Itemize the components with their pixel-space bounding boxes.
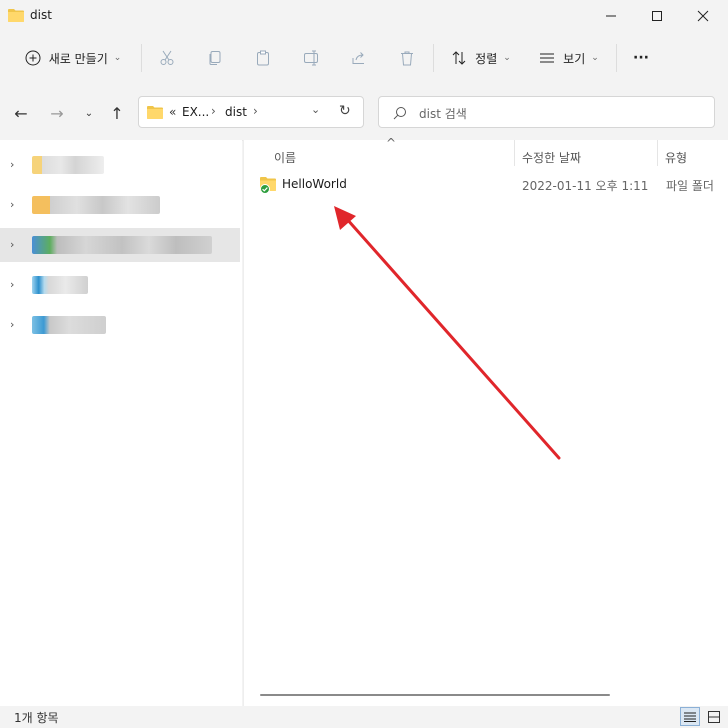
minimize-icon: [606, 15, 616, 17]
more-icon: ···: [633, 50, 649, 66]
up-button[interactable]: ↑: [106, 102, 128, 124]
back-button[interactable]: ←: [10, 102, 32, 124]
cut-button[interactable]: [154, 44, 180, 72]
tiles-view-icon: [708, 710, 720, 723]
chevron-right-icon: ›: [10, 198, 15, 211]
breadcrumb-segment[interactable]: EX...: [182, 105, 209, 119]
more-button[interactable]: ···: [626, 44, 656, 72]
maximize-button[interactable]: [634, 0, 680, 32]
nav-tree-item[interactable]: ›: [0, 268, 240, 302]
navigation-pane: › › › › ›: [0, 140, 242, 706]
folder-icon: [8, 9, 24, 22]
chevron-right-icon: ›: [10, 238, 15, 251]
view-button[interactable]: 보기 ⌄: [534, 44, 604, 72]
chevron-right-icon: ›: [253, 104, 258, 118]
arrow-right-icon: →: [50, 103, 64, 123]
nav-tree-item[interactable]: ›: [0, 188, 240, 222]
chevron-down-icon: ⌄: [503, 53, 511, 63]
new-button[interactable]: 새로 만들기 ⌄: [14, 44, 132, 72]
view-list-icon: [540, 53, 555, 63]
close-icon: [697, 10, 709, 22]
maximize-icon: [652, 11, 662, 21]
close-button[interactable]: [680, 0, 726, 32]
chevron-right-icon: ›: [10, 278, 15, 291]
plus-circle-icon: [25, 50, 41, 66]
trash-icon: [401, 51, 413, 66]
chevron-down-icon: ⌄: [84, 107, 94, 119]
new-button-label: 새로 만들기: [48, 51, 108, 66]
status-bar: 1개 항목: [0, 706, 728, 728]
paste-button[interactable]: [250, 44, 276, 72]
nav-tree-item-selected[interactable]: ›: [0, 228, 240, 262]
divider: [141, 44, 142, 72]
chevron-right-icon: ›: [10, 158, 15, 171]
share-button[interactable]: [346, 44, 372, 72]
item-count: 1개 항목: [14, 711, 59, 725]
chevron-down-icon: ⌄: [113, 53, 122, 63]
address-history-button[interactable]: ⌄: [311, 103, 320, 116]
details-view-button[interactable]: [680, 707, 700, 726]
divider: [616, 44, 617, 72]
annotation-arrow: [334, 206, 561, 460]
file-list-pane: ^ 이름 수정한 날짜 유형 HelloWorld 2022-01-11 오후 …: [243, 136, 728, 706]
rename-button[interactable]: [298, 44, 324, 72]
view-label: 보기: [563, 51, 586, 66]
chevron-right-icon: ›: [10, 318, 15, 331]
navigation-bar: ← → ⌄ ↑ « EX... › dist › ⌄ ↻ dist 검색: [0, 84, 728, 141]
sort-button[interactable]: 정렬 ⌄: [446, 44, 516, 72]
divider: [433, 44, 434, 72]
sort-label: 정렬: [475, 51, 498, 66]
breadcrumb-overflow[interactable]: «: [169, 105, 176, 119]
copy-button[interactable]: [202, 44, 228, 72]
clipboard-icon: [257, 50, 269, 66]
chevron-down-icon: ⌄: [591, 53, 599, 63]
tiles-view-button[interactable]: [704, 707, 724, 726]
title-bar: dist: [0, 0, 728, 32]
horizontal-scrollbar[interactable]: [260, 694, 610, 696]
arrow-left-icon: ←: [14, 103, 28, 123]
share-icon: [352, 52, 364, 64]
nav-tree-item[interactable]: ›: [0, 308, 240, 342]
recent-locations-button[interactable]: ⌄: [78, 102, 100, 124]
breadcrumb-segment[interactable]: dist: [225, 105, 247, 119]
search-placeholder: dist 검색: [419, 107, 467, 121]
window-title: dist: [30, 8, 52, 22]
nav-tree-item[interactable]: ›: [0, 148, 240, 182]
forward-button[interactable]: →: [46, 102, 68, 124]
chevron-right-icon: ›: [211, 104, 216, 118]
minimize-button[interactable]: [588, 0, 634, 32]
rename-icon: [304, 50, 318, 66]
details-view-icon: [684, 712, 696, 722]
arrow-up-icon: ↑: [110, 103, 124, 123]
search-icon: [393, 107, 406, 120]
folder-icon: [147, 106, 163, 119]
copy-icon: [209, 51, 221, 65]
command-bar: 새로 만들기 ⌄ 정렬 ⌄ 보기 ⌄ ···: [0, 32, 728, 84]
delete-button[interactable]: [394, 44, 420, 72]
sort-arrows-icon: [452, 51, 466, 65]
address-bar[interactable]: « EX... › dist › ⌄ ↻: [138, 96, 364, 128]
refresh-icon[interactable]: ↻: [339, 103, 351, 119]
search-box[interactable]: dist 검색: [378, 96, 715, 128]
scissors-icon: [160, 50, 174, 65]
